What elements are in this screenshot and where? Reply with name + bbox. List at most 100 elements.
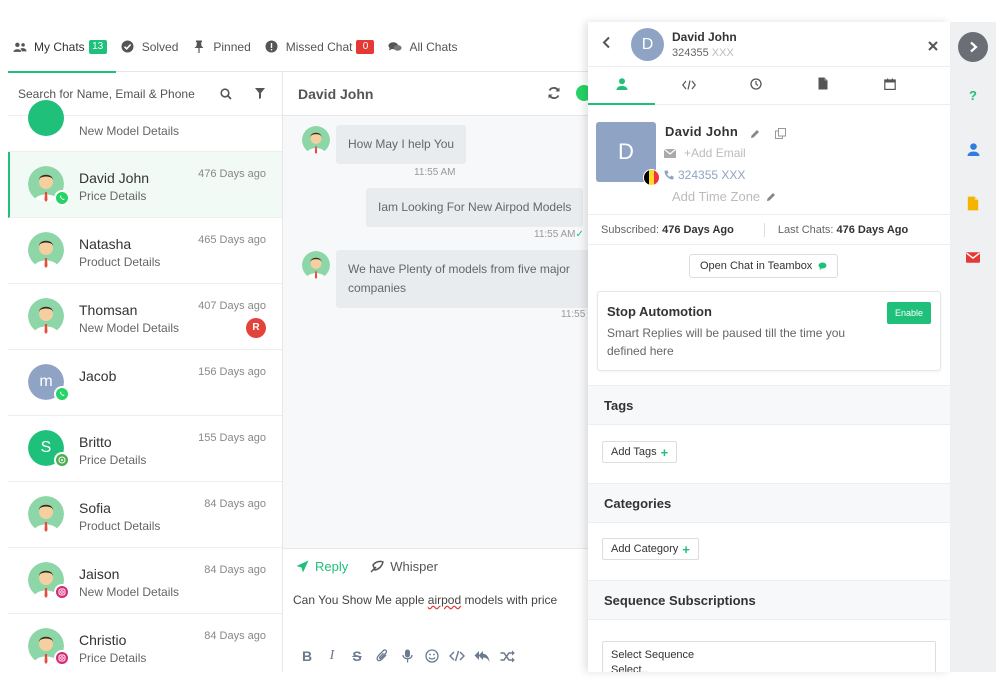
chat-item-thomsan[interactable]: Thomsan New Model Details 407 Days ago R: [8, 284, 282, 350]
copy-icon[interactable]: [775, 126, 786, 144]
last-chats-value: 476 Days Ago: [836, 223, 909, 236]
tab-code[interactable]: [655, 67, 722, 104]
chat-item-jaison[interactable]: Jaison New Model Details 84 Days ago: [8, 548, 282, 614]
chat-item-jacob[interactable]: m Jacob 156 Days ago: [8, 350, 282, 416]
add-tags-button[interactable]: Add Tags +: [602, 441, 678, 463]
file-icon: [818, 77, 828, 95]
code-icon[interactable]: [445, 646, 469, 666]
microphone-icon[interactable]: [395, 646, 419, 666]
plus-icon: +: [660, 444, 669, 460]
tab-my-chats[interactable]: My Chats 13: [8, 22, 116, 73]
missed-chat-count-badge: 0: [356, 39, 375, 54]
belgium-flag-icon: [643, 169, 660, 186]
contact-details: D David John +Add Email 324355 XXX Add T…: [588, 105, 950, 215]
search-input[interactable]: [18, 86, 204, 101]
whisper-icon: [370, 560, 385, 573]
chevron-left-icon[interactable]: [602, 36, 611, 54]
chat-item-sofia[interactable]: Sofia Product Details 84 Days ago: [8, 482, 282, 548]
enable-button[interactable]: Enable: [886, 302, 931, 324]
add-timezone-link: Add Time Zone: [672, 189, 761, 204]
stop-automation-title: Stop Automotion: [607, 304, 712, 319]
draft-text-end: models with price: [461, 593, 558, 607]
status-badge: R: [246, 318, 266, 338]
tab-solved[interactable]: Solved: [116, 22, 188, 72]
message-bubble: How May I help You: [336, 125, 467, 164]
contact-profile-panel: D David John 324355 XXX D David John +Ad…: [588, 22, 950, 672]
sequence-subscriptions-heading: Sequence Subscriptions: [588, 580, 950, 620]
last-chats-label: Last Chats:: [777, 223, 834, 236]
chat-item-name: Christio: [79, 632, 127, 648]
tab-calendar[interactable]: [856, 67, 923, 104]
attachment-icon[interactable]: [370, 646, 394, 666]
bold-icon[interactable]: B: [295, 646, 319, 666]
tab-missed-chat[interactable]: Missed Chat 0: [260, 22, 384, 72]
phone-call-icon: [54, 452, 70, 468]
chat-item-natasha[interactable]: Natasha Product Details 465 Days ago: [8, 218, 282, 284]
tab-contact-info[interactable]: [588, 67, 655, 105]
phone-row: 324355 XXX: [664, 168, 745, 182]
message-input[interactable]: Can You Show Me apple airpod models with…: [283, 583, 588, 617]
reply-all-icon[interactable]: [470, 646, 494, 666]
add-category-label: Add Category: [611, 543, 679, 555]
contact-user-icon[interactable]: [958, 134, 988, 164]
select-sequence-dropdown[interactable]: Select Sequence Select..: [602, 641, 936, 672]
my-chats-count-badge: 13: [88, 39, 107, 54]
conversation-panel: David John How May I help You 11:55 AM I…: [283, 72, 588, 672]
tab-reply[interactable]: Reply: [296, 559, 348, 574]
avatar: [28, 298, 64, 334]
chat-item-subject: New Model Details: [79, 124, 180, 138]
tab-notes[interactable]: [789, 67, 856, 104]
phone-masked: XXX: [711, 47, 734, 59]
chat-item-time: 465 Days ago: [198, 234, 266, 246]
chat-item-britto[interactable]: S Britto Price Details 155 Days ago: [8, 416, 282, 482]
mail-icon[interactable]: [958, 242, 988, 272]
whatsapp-icon[interactable]: [575, 84, 588, 107]
whatsapp-icon: [54, 386, 70, 402]
draft-text-start: Can You Show Me apple: [293, 593, 428, 607]
filter-icon[interactable]: [248, 82, 272, 106]
chat-item[interactable]: New Model Details: [8, 100, 282, 152]
help-icon[interactable]: ?: [958, 80, 988, 110]
message-bubble: Iam Looking For New Airpod Models: [366, 188, 584, 227]
agent-avatar: [302, 251, 330, 279]
comments-icon: [388, 40, 403, 54]
phone-icon: [664, 170, 674, 180]
pin-icon: [192, 40, 206, 54]
chat-item-christio[interactable]: Christio Price Details 84 Days ago: [8, 614, 282, 672]
avatar: [28, 496, 64, 532]
chat-item-time: 84 Days ago: [204, 564, 266, 576]
open-chat-teambox-button[interactable]: Open Chat in Teambox: [689, 254, 839, 278]
select-sequence-value: Select..: [611, 664, 648, 672]
tab-history[interactable]: [722, 67, 789, 104]
emoji-icon[interactable]: [420, 646, 444, 666]
timezone-row[interactable]: Add Time Zone: [672, 189, 776, 204]
email-row[interactable]: +Add Email: [664, 146, 746, 160]
formatting-toolbar: B I S: [295, 646, 520, 666]
avatar: [28, 100, 64, 136]
subscribed-label: Subscribed:: [601, 223, 660, 236]
clock-icon: [749, 77, 762, 95]
strikethrough-icon[interactable]: S: [345, 646, 369, 666]
italic-icon[interactable]: I: [320, 646, 344, 666]
chat-bubble-icon: [818, 262, 827, 270]
refresh-icon[interactable]: [547, 86, 561, 105]
close-icon[interactable]: [928, 38, 938, 56]
svg-text:?: ?: [969, 88, 977, 102]
app-rail: ?: [950, 22, 996, 672]
profile-header-phone: 324355 XXX: [672, 47, 734, 59]
tab-all-chats[interactable]: All Chats: [383, 22, 466, 72]
notes-file-icon[interactable]: [958, 188, 988, 218]
tab-whisper[interactable]: Whisper: [370, 559, 438, 574]
categories-heading: Categories: [588, 483, 950, 523]
shuffle-icon[interactable]: [495, 646, 519, 666]
chat-list: New Model Details David John Price Detai…: [8, 100, 282, 672]
expand-chevron-icon[interactable]: [958, 32, 988, 62]
chat-item-david-john[interactable]: David John Price Details 476 Days ago: [8, 152, 282, 218]
calendar-icon: [883, 77, 896, 95]
chat-item-name: Thomsan: [79, 302, 138, 318]
add-category-button[interactable]: Add Category +: [602, 538, 699, 560]
edit-name-icon[interactable]: [750, 126, 760, 144]
search-icon[interactable]: [214, 82, 238, 106]
chat-item-time: 84 Days ago: [204, 630, 266, 642]
tab-pinned[interactable]: Pinned: [187, 22, 259, 72]
